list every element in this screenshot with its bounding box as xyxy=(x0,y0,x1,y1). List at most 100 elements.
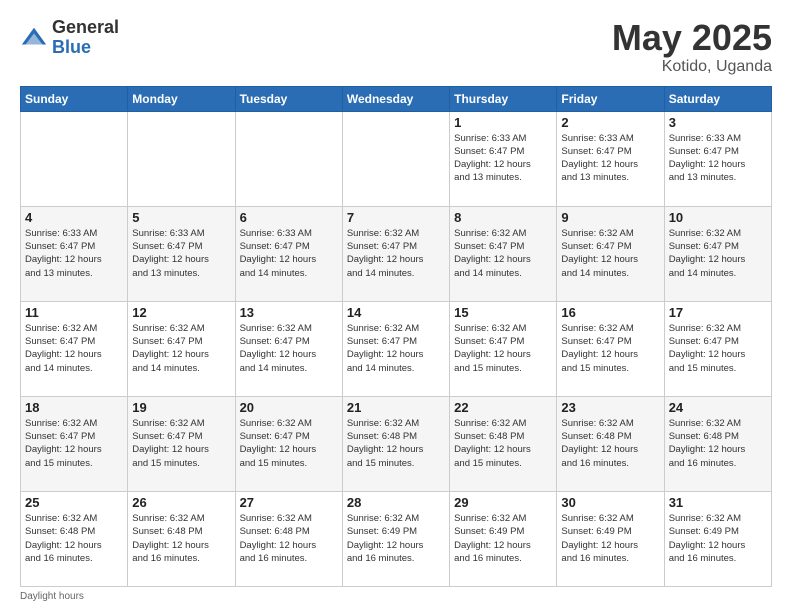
day-info: Sunrise: 6:32 AM Sunset: 6:48 PM Dayligh… xyxy=(454,417,552,470)
col-saturday: Saturday xyxy=(664,86,771,111)
title-block: May 2025 Kotido, Uganda xyxy=(612,18,772,76)
day-number: 26 xyxy=(132,495,230,510)
calendar-cell: 25 Sunrise: 6:32 AM Sunset: 6:48 PM Dayli… xyxy=(21,491,128,586)
calendar-cell: 1 Sunrise: 6:33 AM Sunset: 6:47 PM Daylig… xyxy=(450,111,557,206)
calendar-cell: 13 Sunrise: 6:32 AM Sunset: 6:47 PM Dayli… xyxy=(235,301,342,396)
footer: Daylight hours xyxy=(20,591,772,602)
calendar-cell: 19Sunrise: 6:32 AM Sunset: 6:47 PM Dayli… xyxy=(128,396,235,491)
day-info: Sunrise: 6:32 AM Sunset: 6:48 PM Dayligh… xyxy=(669,417,767,470)
calendar-week-1: 1 Sunrise: 6:33 AM Sunset: 6:47 PM Daylig… xyxy=(21,111,772,206)
calendar-cell: 18 Sunrise: 6:32 AM Sunset: 6:47 PM Dayli… xyxy=(21,396,128,491)
day-number: 22 xyxy=(454,400,552,415)
calendar-cell: 15 Sunrise: 6:32 AM Sunset: 6:47 PM Dayli… xyxy=(450,301,557,396)
day-info: Sunrise: 6:32 AM Sunset: 6:47 PM Dayligh… xyxy=(25,322,123,375)
day-number: 3 xyxy=(669,115,767,130)
col-thursday: Thursday xyxy=(450,86,557,111)
calendar-cell: 29 Sunrise: 6:32 AM Sunset: 6:49 PM Dayli… xyxy=(450,491,557,586)
day-number: 2 xyxy=(561,115,659,130)
calendar-cell: 21 Sunrise: 6:32 AM Sunset: 6:48 PM Dayli… xyxy=(342,396,449,491)
day-info: Sunrise: 6:32 AM Sunset: 6:49 PM Dayligh… xyxy=(454,512,552,565)
day-number: 12 xyxy=(132,305,230,320)
day-number: 13 xyxy=(240,305,338,320)
logo-icon xyxy=(20,24,48,52)
calendar-week-5: 25 Sunrise: 6:32 AM Sunset: 6:48 PM Dayli… xyxy=(21,491,772,586)
day-info: Sunrise: 6:33 AM Sunset: 6:47 PM Dayligh… xyxy=(25,227,123,280)
calendar-cell: 11 Sunrise: 6:32 AM Sunset: 6:47 PM Dayli… xyxy=(21,301,128,396)
day-number: 8 xyxy=(454,210,552,225)
day-info: Sunrise: 6:32 AM Sunset: 6:48 PM Dayligh… xyxy=(561,417,659,470)
day-number: 21 xyxy=(347,400,445,415)
calendar-cell: 12Sunrise: 6:32 AM Sunset: 6:47 PM Dayli… xyxy=(128,301,235,396)
calendar-week-3: 11 Sunrise: 6:32 AM Sunset: 6:47 PM Dayli… xyxy=(21,301,772,396)
calendar-cell: 9 Sunrise: 6:32 AM Sunset: 6:47 PM Daylig… xyxy=(557,206,664,301)
day-number: 7 xyxy=(347,210,445,225)
day-number: 17 xyxy=(669,305,767,320)
col-tuesday: Tuesday xyxy=(235,86,342,111)
day-number: 4 xyxy=(25,210,123,225)
day-info: Sunrise: 6:33 AM Sunset: 6:47 PM Dayligh… xyxy=(454,132,552,185)
day-number: 1 xyxy=(454,115,552,130)
day-info: Sunrise: 6:32 AM Sunset: 6:47 PM Dayligh… xyxy=(25,417,123,470)
calendar-cell: 20 Sunrise: 6:32 AM Sunset: 6:47 PM Dayli… xyxy=(235,396,342,491)
day-number: 23 xyxy=(561,400,659,415)
day-number: 18 xyxy=(25,400,123,415)
day-info: Sunrise: 6:33 AM Sunset: 6:47 PM Dayligh… xyxy=(669,132,767,185)
calendar-cell: 23 Sunrise: 6:32 AM Sunset: 6:48 PM Dayli… xyxy=(557,396,664,491)
day-number: 6 xyxy=(240,210,338,225)
day-number: 11 xyxy=(25,305,123,320)
logo-blue-text: Blue xyxy=(52,38,119,58)
calendar-cell: 14Sunrise: 6:32 AM Sunset: 6:47 PM Dayli… xyxy=(342,301,449,396)
calendar-cell: 3 Sunrise: 6:33 AM Sunset: 6:47 PM Daylig… xyxy=(664,111,771,206)
day-number: 9 xyxy=(561,210,659,225)
calendar-week-4: 18 Sunrise: 6:32 AM Sunset: 6:47 PM Dayli… xyxy=(21,396,772,491)
day-info: Sunrise: 6:32 AM Sunset: 6:48 PM Dayligh… xyxy=(25,512,123,565)
day-number: 31 xyxy=(669,495,767,510)
calendar-cell: 28Sunrise: 6:32 AM Sunset: 6:49 PM Dayli… xyxy=(342,491,449,586)
calendar-cell: 2 Sunrise: 6:33 AM Sunset: 6:47 PM Daylig… xyxy=(557,111,664,206)
logo-general-text: General xyxy=(52,18,119,38)
day-info: Sunrise: 6:33 AM Sunset: 6:47 PM Dayligh… xyxy=(561,132,659,185)
day-info: Sunrise: 6:32 AM Sunset: 6:49 PM Dayligh… xyxy=(347,512,445,565)
calendar-cell: 30Sunrise: 6:32 AM Sunset: 6:49 PM Dayli… xyxy=(557,491,664,586)
logo-text: General Blue xyxy=(52,18,119,58)
calendar-cell: 10Sunrise: 6:32 AM Sunset: 6:47 PM Dayli… xyxy=(664,206,771,301)
day-info: Sunrise: 6:32 AM Sunset: 6:47 PM Dayligh… xyxy=(240,417,338,470)
day-number: 10 xyxy=(669,210,767,225)
calendar-week-2: 4 Sunrise: 6:33 AM Sunset: 6:47 PM Daylig… xyxy=(21,206,772,301)
calendar-cell: 24 Sunrise: 6:32 AM Sunset: 6:48 PM Dayli… xyxy=(664,396,771,491)
calendar-cell: 5Sunrise: 6:33 AM Sunset: 6:47 PM Daylig… xyxy=(128,206,235,301)
col-sunday: Sunday xyxy=(21,86,128,111)
day-number: 24 xyxy=(669,400,767,415)
day-number: 5 xyxy=(132,210,230,225)
day-number: 29 xyxy=(454,495,552,510)
day-info: Sunrise: 6:32 AM Sunset: 6:47 PM Dayligh… xyxy=(454,227,552,280)
calendar-cell: 7 Sunrise: 6:32 AM Sunset: 6:47 PM Daylig… xyxy=(342,206,449,301)
calendar-cell: 27 Sunrise: 6:32 AM Sunset: 6:48 PM Dayli… xyxy=(235,491,342,586)
day-number: 27 xyxy=(240,495,338,510)
day-info: Sunrise: 6:32 AM Sunset: 6:48 PM Dayligh… xyxy=(347,417,445,470)
day-number: 25 xyxy=(25,495,123,510)
calendar-cell: 8 Sunrise: 6:32 AM Sunset: 6:47 PM Daylig… xyxy=(450,206,557,301)
calendar-cell: 17Sunrise: 6:32 AM Sunset: 6:47 PM Dayli… xyxy=(664,301,771,396)
calendar-cell xyxy=(235,111,342,206)
day-info: Sunrise: 6:33 AM Sunset: 6:47 PM Dayligh… xyxy=(240,227,338,280)
day-info: Sunrise: 6:32 AM Sunset: 6:48 PM Dayligh… xyxy=(132,512,230,565)
day-number: 16 xyxy=(561,305,659,320)
calendar-cell: 4 Sunrise: 6:33 AM Sunset: 6:47 PM Daylig… xyxy=(21,206,128,301)
col-friday: Friday xyxy=(557,86,664,111)
day-info: Sunrise: 6:32 AM Sunset: 6:47 PM Dayligh… xyxy=(454,322,552,375)
day-number: 20 xyxy=(240,400,338,415)
day-info: Sunrise: 6:32 AM Sunset: 6:47 PM Dayligh… xyxy=(240,322,338,375)
day-info: Sunrise: 6:32 AM Sunset: 6:47 PM Dayligh… xyxy=(561,227,659,280)
calendar-cell: 6 Sunrise: 6:33 AM Sunset: 6:47 PM Daylig… xyxy=(235,206,342,301)
logo: General Blue xyxy=(20,18,119,58)
title-month: May 2025 xyxy=(612,18,772,58)
daylight-label: Daylight hours xyxy=(20,591,84,602)
day-number: 14 xyxy=(347,305,445,320)
day-info: Sunrise: 6:32 AM Sunset: 6:47 PM Dayligh… xyxy=(132,417,230,470)
day-info: Sunrise: 6:32 AM Sunset: 6:48 PM Dayligh… xyxy=(240,512,338,565)
day-info: Sunrise: 6:32 AM Sunset: 6:47 PM Dayligh… xyxy=(347,227,445,280)
day-number: 15 xyxy=(454,305,552,320)
calendar-cell xyxy=(128,111,235,206)
header: General Blue May 2025 Kotido, Uganda xyxy=(20,18,772,76)
